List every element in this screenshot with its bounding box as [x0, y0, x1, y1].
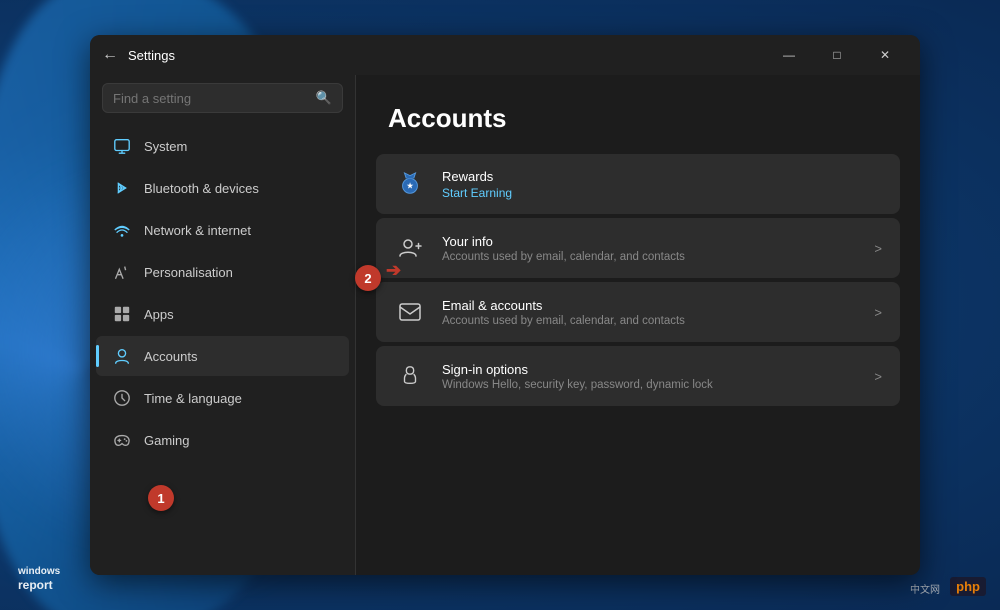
maximize-button[interactable]: □: [814, 40, 860, 70]
email-accounts-text: Email & accounts Accounts used by email,…: [442, 298, 858, 327]
sidebar-item-time-label: Time & language: [144, 391, 242, 406]
sidebar-item-apps[interactable]: Apps: [96, 294, 349, 334]
rewards-title: Rewards: [442, 169, 882, 184]
email-accounts-card: Email & accounts Accounts used by email,…: [376, 282, 900, 342]
sidebar-item-apps-label: Apps: [144, 307, 174, 322]
sign-in-icon: [394, 360, 426, 392]
personalisation-icon: [112, 262, 132, 282]
badge-2: 2: [355, 265, 381, 291]
sidebar-item-time[interactable]: Time & language: [96, 378, 349, 418]
sign-in-desc: Windows Hello, security key, password, d…: [442, 379, 858, 391]
email-accounts-desc: Accounts used by email, calendar, and co…: [442, 315, 858, 327]
sidebar-item-bluetooth-label: Bluetooth & devices: [144, 181, 259, 196]
watermark-right-php: php: [950, 577, 986, 596]
sidebar-item-personalisation[interactable]: Personalisation: [96, 252, 349, 292]
rewards-item[interactable]: ★ Rewards Start Earning: [376, 154, 900, 214]
svg-text:★: ★: [406, 181, 413, 191]
email-icon: [394, 296, 426, 328]
sidebar-item-bluetooth[interactable]: Bluetooth & devices: [96, 168, 349, 208]
sign-in-title: Sign-in options: [442, 362, 858, 377]
sidebar-item-gaming-label: Gaming: [144, 433, 190, 448]
close-button[interactable]: ✕: [862, 40, 908, 70]
sign-in-text: Sign-in options Windows Hello, security …: [442, 362, 858, 391]
sign-in-card: Sign-in options Windows Hello, security …: [376, 346, 900, 406]
your-info-card: Your info Accounts used by email, calend…: [376, 218, 900, 278]
your-info-chevron: >: [874, 241, 882, 256]
rewards-desc: Start Earning: [442, 186, 882, 200]
settings-list: ★ Rewards Start Earning: [356, 154, 920, 430]
titlebar: ← Settings — □ ✕: [90, 35, 920, 75]
time-icon: [112, 388, 132, 408]
email-accounts-chevron: >: [874, 305, 882, 320]
window-title: Settings: [128, 48, 766, 63]
your-info-title: Your info: [442, 234, 858, 249]
system-icon: [112, 136, 132, 156]
your-info-item[interactable]: Your info Accounts used by email, calend…: [376, 218, 900, 278]
watermark-site: 中文网: [910, 581, 940, 596]
search-box[interactable]: 🔍: [102, 83, 343, 113]
apps-icon: [112, 304, 132, 324]
sidebar-item-system[interactable]: System: [96, 126, 349, 166]
bluetooth-icon: [112, 178, 132, 198]
search-input[interactable]: [113, 91, 316, 106]
sidebar-item-gaming[interactable]: Gaming: [96, 420, 349, 460]
sidebar-item-personalisation-label: Personalisation: [144, 265, 233, 280]
sidebar: 🔍 System Bluet: [90, 75, 355, 575]
back-button[interactable]: ←: [102, 46, 118, 64]
watermark-left: windows report: [18, 566, 60, 592]
sidebar-item-system-label: System: [144, 139, 187, 154]
page-title: Accounts: [356, 75, 920, 154]
sidebar-item-accounts[interactable]: Accounts: [96, 336, 349, 376]
network-icon: [112, 220, 132, 240]
sidebar-item-accounts-label: Accounts: [144, 349, 197, 364]
window-controls: — □ ✕: [766, 40, 908, 70]
main-panel: Accounts ★ Rew: [356, 75, 920, 575]
rewards-card: ★ Rewards Start Earning: [376, 154, 900, 214]
accounts-icon: [112, 346, 132, 366]
badge-1: 1: [148, 485, 174, 511]
sidebar-item-network[interactable]: Network & internet: [96, 210, 349, 250]
minimize-button[interactable]: —: [766, 40, 812, 70]
your-info-icon: [394, 232, 426, 264]
your-info-desc: Accounts used by email, calendar, and co…: [442, 251, 858, 263]
sign-in-item[interactable]: Sign-in options Windows Hello, security …: [376, 346, 900, 406]
your-info-text: Your info Accounts used by email, calend…: [442, 234, 858, 263]
email-accounts-title: Email & accounts: [442, 298, 858, 313]
gaming-icon: [112, 430, 132, 450]
sidebar-item-network-label: Network & internet: [144, 223, 251, 238]
content-area: 🔍 System Bluet: [90, 75, 920, 575]
settings-window: ← Settings — □ ✕ 🔍 Sy: [90, 35, 920, 575]
rewards-icon: ★: [394, 168, 426, 200]
email-accounts-item[interactable]: Email & accounts Accounts used by email,…: [376, 282, 900, 342]
sign-in-chevron: >: [874, 369, 882, 384]
search-icon: 🔍: [316, 90, 332, 106]
rewards-text: Rewards Start Earning: [442, 169, 882, 200]
